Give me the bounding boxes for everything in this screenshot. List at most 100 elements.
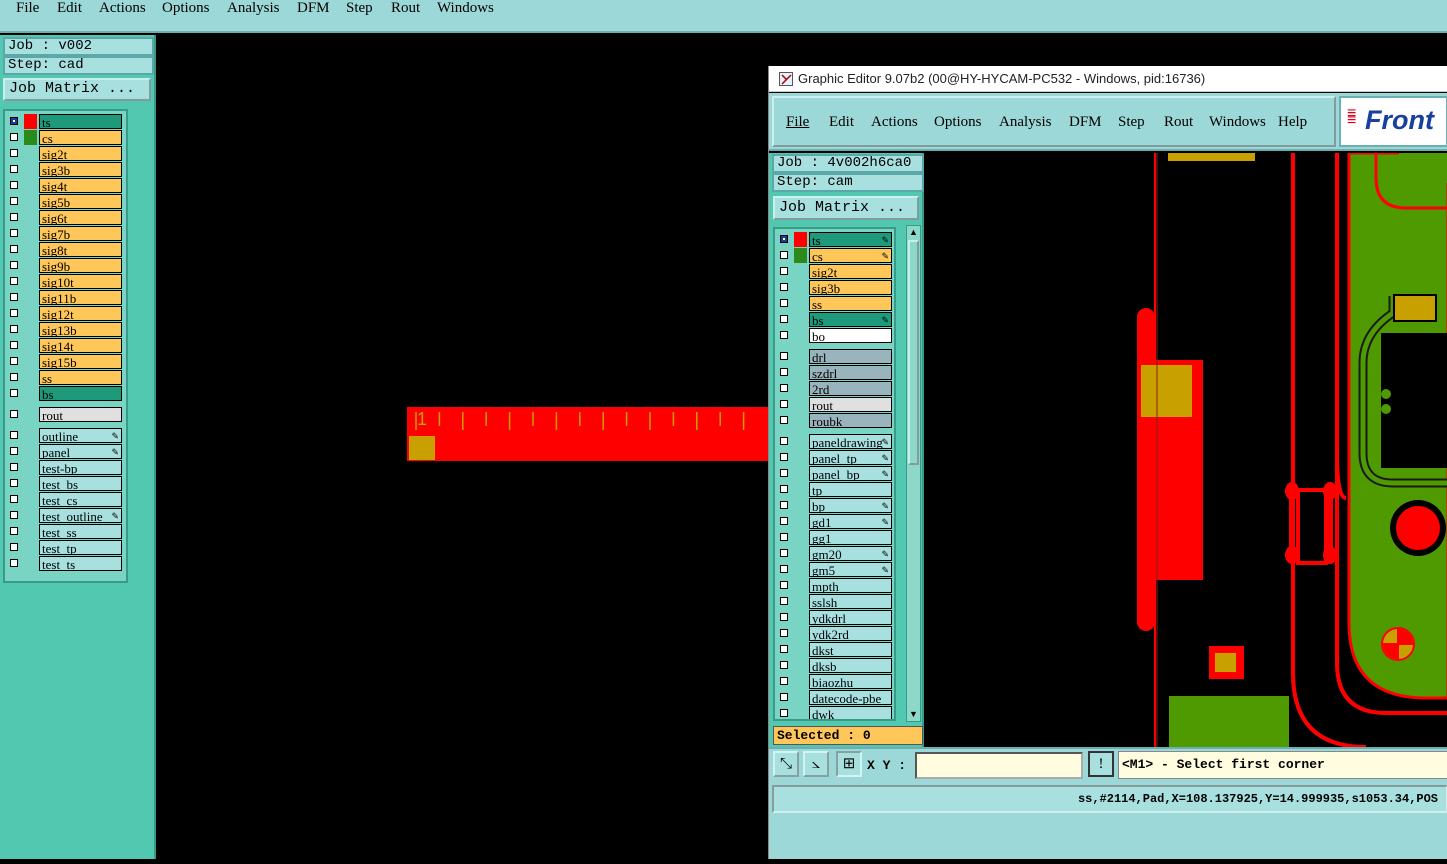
- layer-row-sig12t[interactable]: sig12t: [5, 306, 126, 321]
- layer-name[interactable]: test_tp: [39, 540, 122, 555]
- main-canvas[interactable]: 1: [158, 35, 770, 859]
- layer-name[interactable]: sig3b: [39, 162, 122, 177]
- layer-checkbox[interactable]: [10, 149, 18, 157]
- layer-name[interactable]: outline ✎: [39, 428, 122, 443]
- layer-checkbox[interactable]: [780, 299, 788, 307]
- layer-checkbox[interactable]: [10, 543, 18, 551]
- layer-name[interactable]: sig2t: [809, 264, 892, 279]
- layer-checkbox[interactable]: [10, 559, 18, 567]
- layer-checkbox[interactable]: [10, 463, 18, 471]
- editor-canvas[interactable]: [926, 153, 1447, 747]
- layer-row-biaozhu[interactable]: biaozhu: [775, 674, 894, 689]
- editor-menu-step[interactable]: Step: [1118, 114, 1145, 131]
- layer-row-rout[interactable]: rout: [775, 397, 894, 412]
- layer-name[interactable]: cs ✎: [809, 248, 892, 263]
- scroll-down-arrow[interactable]: ▼: [908, 708, 919, 720]
- layer-checkbox[interactable]: [10, 373, 18, 381]
- editor-menu-edit[interactable]: Edit: [829, 114, 854, 131]
- layer-checkbox[interactable]: [780, 331, 788, 339]
- layer-checkbox[interactable]: [10, 447, 18, 455]
- main-menu-dfm[interactable]: DFM: [297, 0, 330, 17]
- layer-row-sig14t[interactable]: sig14t: [5, 338, 126, 353]
- layer-checkbox[interactable]: [780, 315, 788, 323]
- layer-name[interactable]: 2rd: [809, 381, 892, 396]
- layer-name[interactable]: sig2t: [39, 146, 122, 161]
- layer-row-gm20[interactable]: gm20 ✎: [775, 546, 894, 561]
- layer-row-sig8t[interactable]: sig8t: [5, 242, 126, 257]
- layer-checkbox[interactable]: [10, 197, 18, 205]
- layer-row-test_bs[interactable]: test_bs: [5, 476, 126, 491]
- layer-name[interactable]: paneldrawing ✎: [809, 434, 892, 449]
- layer-row-dwk[interactable]: dwk: [775, 706, 894, 719]
- layer-row-bo[interactable]: bo: [775, 328, 894, 343]
- layer-name[interactable]: ss: [39, 370, 122, 385]
- layer-name[interactable]: datecode-pbe: [809, 690, 892, 705]
- layer-checkbox[interactable]: [780, 533, 788, 541]
- layer-checkbox[interactable]: [780, 267, 788, 275]
- layer-name[interactable]: panel_bp ✎: [809, 466, 892, 481]
- layer-checkbox[interactable]: [10, 309, 18, 317]
- layer-row-sig7b[interactable]: sig7b: [5, 226, 126, 241]
- layer-name[interactable]: bp ✎: [809, 498, 892, 513]
- layer-name[interactable]: ydk2rd: [809, 626, 892, 641]
- layer-row-sig13b[interactable]: sig13b: [5, 322, 126, 337]
- layer-checkbox[interactable]: [780, 283, 788, 291]
- layer-row-sig2t[interactable]: sig2t: [775, 264, 894, 279]
- layer-row-drl[interactable]: drl: [775, 349, 894, 364]
- layer-row-test-bp[interactable]: test-bp: [5, 460, 126, 475]
- layer-name[interactable]: rout: [809, 397, 892, 412]
- layer-checkbox[interactable]: [780, 384, 788, 392]
- layer-row-gd1[interactable]: gd1 ✎: [775, 514, 894, 529]
- editor-titlebar[interactable]: Graphic Editor 9.07b2 (00@HY-HYCAM-PC532…: [769, 66, 1447, 92]
- layer-row-sig6t[interactable]: sig6t: [5, 210, 126, 225]
- layer-name[interactable]: dkst: [809, 642, 892, 657]
- layer-checkbox[interactable]: [780, 549, 788, 557]
- layer-checkbox[interactable]: [10, 389, 18, 397]
- layer-checkbox[interactable]: [10, 479, 18, 487]
- main-menu-step[interactable]: Step: [346, 0, 373, 17]
- main-menu-rout[interactable]: Rout: [391, 0, 420, 17]
- layer-checkbox[interactable]: [780, 368, 788, 376]
- layer-row-test_ss[interactable]: test_ss: [5, 524, 126, 539]
- layer-name[interactable]: ts: [39, 114, 122, 129]
- layer-name[interactable]: panel_tp ✎: [809, 450, 892, 465]
- layer-name[interactable]: test_ss: [39, 524, 122, 539]
- layer-checkbox[interactable]: [10, 133, 18, 141]
- layer-row-roubk[interactable]: roubk: [775, 413, 894, 428]
- layer-row-paneldrawing[interactable]: paneldrawing ✎: [775, 434, 894, 449]
- layer-row-sig10t[interactable]: sig10t: [5, 274, 126, 289]
- layer-row-test_outline[interactable]: test_outline ✎: [5, 508, 126, 523]
- layer-name[interactable]: sig13b: [39, 322, 122, 337]
- layer-name[interactable]: bo: [809, 328, 892, 343]
- layer-row-mpth[interactable]: mpth: [775, 578, 894, 593]
- job-matrix-button[interactable]: Job Matrix ...: [3, 78, 151, 101]
- layer-name[interactable]: ts ✎: [809, 232, 892, 247]
- layer-checkbox[interactable]: [780, 235, 788, 243]
- layer-name[interactable]: sig6t: [39, 210, 122, 225]
- layer-row-tp[interactable]: tp: [775, 482, 894, 497]
- layer-name[interactable]: test_cs: [39, 492, 122, 507]
- layer-name[interactable]: cs: [39, 130, 122, 145]
- layer-checkbox[interactable]: [780, 709, 788, 717]
- layer-checkbox[interactable]: [780, 501, 788, 509]
- layer-checkbox[interactable]: [780, 661, 788, 669]
- layer-name[interactable]: sig11b: [39, 290, 122, 305]
- layer-name[interactable]: mpth: [809, 578, 892, 593]
- layer-row-panel_bp[interactable]: panel_bp ✎: [775, 466, 894, 481]
- layer-checkbox[interactable]: [10, 213, 18, 221]
- layer-checkbox[interactable]: [780, 677, 788, 685]
- layer-checkbox[interactable]: [10, 261, 18, 269]
- layer-checkbox[interactable]: [10, 410, 18, 418]
- layer-row-gg1[interactable]: gg1: [775, 530, 894, 545]
- layer-name[interactable]: sig9b: [39, 258, 122, 273]
- layer-name[interactable]: rout: [39, 407, 122, 422]
- layer-checkbox[interactable]: [10, 165, 18, 173]
- layer-name[interactable]: sig7b: [39, 226, 122, 241]
- layer-checkbox[interactable]: [10, 511, 18, 519]
- layer-checkbox[interactable]: [780, 581, 788, 589]
- layer-row-sig2t[interactable]: sig2t: [5, 146, 126, 161]
- main-menu-analysis[interactable]: Analysis: [227, 0, 280, 17]
- snap-grid-icon[interactable]: ⊞: [836, 751, 862, 777]
- layer-name[interactable]: test_outline ✎: [39, 508, 122, 523]
- layer-checkbox[interactable]: [10, 277, 18, 285]
